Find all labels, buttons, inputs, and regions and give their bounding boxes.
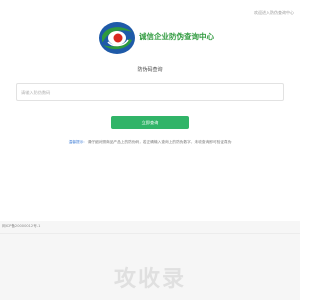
anti-counterfeit-code-input[interactable] bbox=[16, 83, 284, 101]
footer-divider bbox=[0, 233, 300, 234]
tip-label: 温馨提示: bbox=[68, 140, 85, 144]
brand-name: 诚信企业防伪查询中心 bbox=[139, 32, 214, 41]
tip-notice: 温馨提示: 请仔细对照商品产品上的防伪码，若正确输入查询上的防伪数字，未收查询即可… bbox=[0, 140, 300, 145]
welcome-link[interactable]: 欢迎进入防伪查询中心 bbox=[254, 10, 294, 16]
page-title: 防伪码查询 bbox=[137, 67, 163, 73]
query-submit-button[interactable]: 立即查询 bbox=[111, 116, 189, 129]
icp-record-link[interactable]: 网ICP备20000012号-1 bbox=[2, 224, 40, 229]
tip-text: 请仔细对照商品产品上的防伪码，若正确输入查询上的防伪数字，未收查询即可验证真伪 bbox=[87, 140, 232, 144]
watermark-text: 攻收录 bbox=[113, 267, 186, 292]
footer: 网ICP备20000012号-1 攻收录 bbox=[0, 221, 300, 300]
brand-logo-icon bbox=[98, 20, 136, 56]
